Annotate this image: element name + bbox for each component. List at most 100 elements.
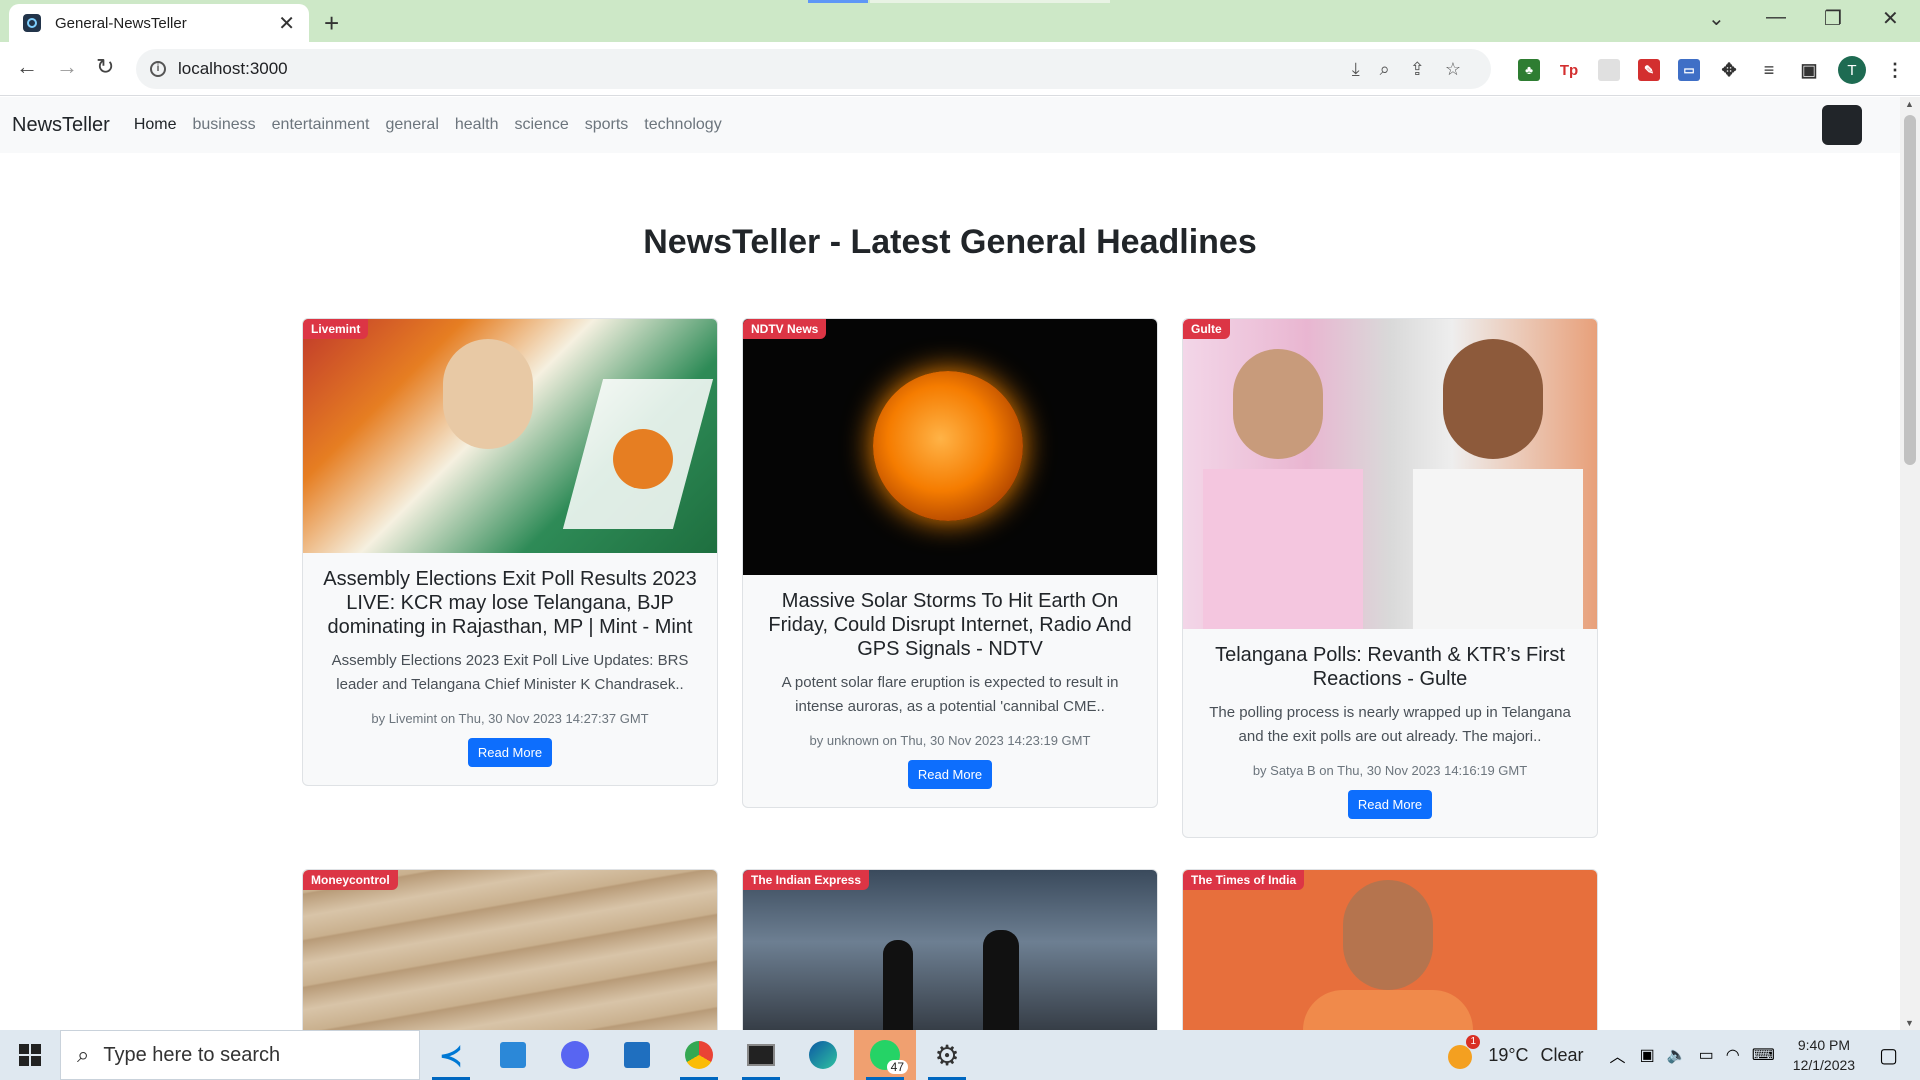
article-image xyxy=(1183,319,1597,629)
restore-icon[interactable]: ❐ xyxy=(1824,6,1842,31)
portrait-left-shape xyxy=(1233,349,1323,459)
profile-avatar[interactable]: T xyxy=(1838,56,1866,84)
nav-link-general[interactable]: general xyxy=(386,116,439,134)
silhouette-shape xyxy=(883,940,913,1030)
store-taskbar-icon[interactable] xyxy=(606,1030,668,1080)
window-close-icon[interactable]: ✕ xyxy=(1882,6,1899,31)
search-icon: ⌕ xyxy=(77,1042,90,1067)
network-drive-icon[interactable]: ▣ xyxy=(1640,1045,1655,1065)
extension-blank-icon[interactable] xyxy=(1598,59,1620,81)
share-icon[interactable]: ⇪ xyxy=(1410,59,1425,80)
article-meta: by Satya B on Thu, 30 Nov 2023 14:16:19 … xyxy=(1252,763,1528,778)
wifi-icon[interactable]: ◠ xyxy=(1726,1045,1740,1065)
nav-link-sports[interactable]: sports xyxy=(585,116,629,134)
reading-list-icon[interactable]: ≡ xyxy=(1758,59,1780,81)
windows-taskbar: ⌕ Type here to search ≺ 47 ⚙ 1 19°C Clea… xyxy=(0,1030,1920,1080)
site-info-icon[interactable]: i xyxy=(150,61,166,77)
news-card: The Times of India xyxy=(1182,869,1598,1030)
weather-widget[interactable]: 1 19°C Clear xyxy=(1448,1035,1584,1069)
silhouette-shape xyxy=(983,930,1019,1030)
battery-icon[interactable]: ▭ xyxy=(1699,1045,1714,1065)
source-badge: NDTV News xyxy=(743,319,827,339)
jersey-shape xyxy=(1303,990,1473,1030)
news-card: Moneycontrol xyxy=(302,869,718,1030)
show-hidden-icons-chevron-icon[interactable]: ︿ xyxy=(1610,1043,1626,1067)
taskbar-clock[interactable]: 9:40 PM 12/1/2023 xyxy=(1793,1035,1855,1075)
moon-weather-icon xyxy=(1448,1045,1473,1069)
news-card: The Indian Express xyxy=(742,869,1158,1030)
discord-taskbar-icon[interactable] xyxy=(544,1030,606,1080)
browser-toolbar: ← → ↻ i localhost:3000 ⤓ ⌕ ⇪ ☆ ♣ Tp ✎ ▭ … xyxy=(0,42,1920,96)
source-badge: The Indian Express xyxy=(743,870,870,890)
extensions-puzzle-icon[interactable]: ✥ xyxy=(1718,59,1740,81)
news-card: NDTV News Massive Solar Storms To Hit Ea… xyxy=(742,318,1158,808)
weather-alert-badge: 1 xyxy=(1466,1035,1481,1049)
shirt-left-shape xyxy=(1203,469,1363,629)
scroll-up-arrow-icon[interactable]: ▲ xyxy=(1905,99,1914,109)
address-bar[interactable]: i localhost:3000 ⤓ ⌕ ⇪ ☆ xyxy=(136,49,1491,89)
scroll-down-arrow-icon[interactable]: ▼ xyxy=(1905,1018,1914,1028)
vscode-taskbar-icon[interactable]: ≺ xyxy=(420,1030,482,1080)
tab-close-icon[interactable]: ✕ xyxy=(278,11,295,36)
chrome-taskbar-icon[interactable] xyxy=(668,1030,730,1080)
extension-tp-icon[interactable]: Tp xyxy=(1558,59,1580,81)
notification-center-icon[interactable]: ▢ xyxy=(1879,1043,1898,1068)
brand-link[interactable]: NewsTeller xyxy=(12,114,110,137)
extension-pen-icon[interactable]: ✎ xyxy=(1638,59,1660,81)
article-meta: by Livemint on Thu, 30 Nov 2023 14:27:37… xyxy=(371,711,649,726)
nav-link-technology[interactable]: technology xyxy=(644,116,721,134)
read-more-button[interactable]: Read More xyxy=(1347,790,1433,819)
search-placeholder: Type here to search xyxy=(103,1043,281,1066)
scrollbar-thumb[interactable] xyxy=(1904,115,1916,465)
new-tab-icon[interactable]: + xyxy=(324,8,339,39)
source-badge: Livemint xyxy=(303,319,369,339)
back-icon[interactable]: ← xyxy=(16,54,38,80)
dark-mode-toggle-button[interactable] xyxy=(1822,105,1862,145)
article-image xyxy=(1183,870,1597,1030)
keyboard-icon[interactable]: ⌨ xyxy=(1752,1045,1775,1065)
whatsapp-unread-badge: 47 xyxy=(886,1060,908,1074)
react-favicon-icon xyxy=(23,14,41,32)
nav-link-business[interactable]: business xyxy=(193,116,256,134)
install-icon[interactable]: ⤓ xyxy=(1352,59,1360,80)
weather-condition: Clear xyxy=(1540,1044,1584,1065)
source-badge: Gulte xyxy=(1183,319,1230,339)
notes-app-taskbar-icon[interactable] xyxy=(482,1030,544,1080)
read-more-button[interactable]: Read More xyxy=(907,760,993,789)
settings-taskbar-icon[interactable]: ⚙ xyxy=(916,1030,978,1080)
nav-link-home[interactable]: Home xyxy=(134,116,177,134)
reload-icon[interactable]: ↻ xyxy=(96,54,114,80)
browser-tab-bar: General-NewsTeller ✕ + ⌄ — ❐ ✕ xyxy=(0,0,1920,42)
forward-icon[interactable]: → xyxy=(56,54,78,80)
page-title: NewsTeller - Latest General Headlines xyxy=(643,223,1257,261)
shirt-right-shape xyxy=(1413,469,1583,629)
nav-link-entertainment[interactable]: entertainment xyxy=(272,116,370,134)
app-navbar: NewsTeller Home business entertainment g… xyxy=(0,97,1900,153)
news-content: NewsTeller - Latest General Headlines Li… xyxy=(0,153,1900,1030)
volume-icon[interactable]: 🔈 xyxy=(1667,1045,1687,1065)
article-description: The polling process is nearly wrapped up… xyxy=(1209,704,1571,745)
nav-link-health[interactable]: health xyxy=(455,116,499,134)
tab-search-chevron-icon[interactable]: ⌄ xyxy=(1708,6,1725,31)
nav-link-science[interactable]: science xyxy=(514,116,568,134)
minimize-icon[interactable]: — xyxy=(1766,6,1786,29)
whatsapp-taskbar-icon[interactable]: 47 xyxy=(854,1030,916,1080)
windows-start-icon[interactable] xyxy=(0,1030,60,1080)
page-scrollbar[interactable]: ▲ ▼ xyxy=(1900,97,1920,1030)
article-image xyxy=(303,319,717,553)
terminal-taskbar-icon[interactable] xyxy=(730,1030,792,1080)
article-title: Telangana Polls: Revanth & KTR’s First R… xyxy=(1215,644,1565,690)
tab-loading-indicator xyxy=(808,0,868,3)
browser-tab[interactable]: General-NewsTeller ✕ xyxy=(9,4,309,42)
sun-shape xyxy=(873,371,1023,521)
zoom-icon[interactable]: ⌕ xyxy=(1380,59,1390,80)
extension-tree-icon[interactable]: ♣ xyxy=(1518,59,1540,81)
menu-kebab-icon[interactable]: ⋮ xyxy=(1884,59,1906,81)
bookmark-star-icon[interactable]: ☆ xyxy=(1445,59,1461,80)
extension-chat-icon[interactable]: ▭ xyxy=(1678,59,1700,81)
taskbar-search-box[interactable]: ⌕ Type here to search xyxy=(60,1030,420,1080)
source-badge: The Times of India xyxy=(1183,870,1305,890)
read-more-button[interactable]: Read More xyxy=(467,738,553,767)
edge-taskbar-icon[interactable] xyxy=(792,1030,854,1080)
side-panel-icon[interactable]: ▣ xyxy=(1798,59,1820,81)
